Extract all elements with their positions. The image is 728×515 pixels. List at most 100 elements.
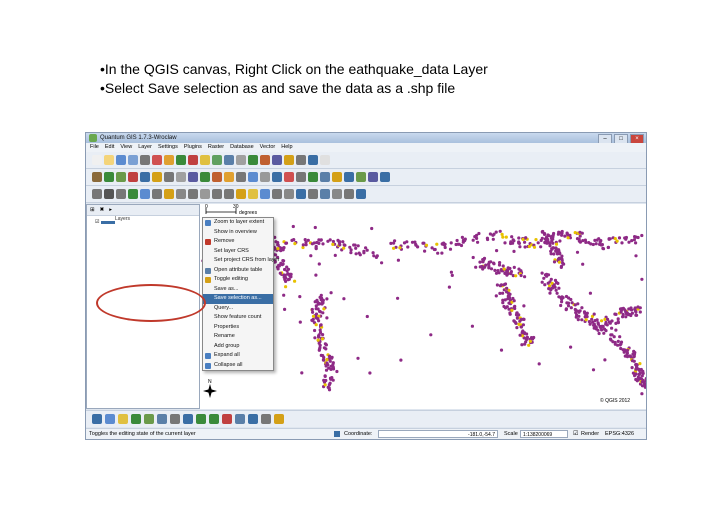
tb3-tool-10-icon[interactable] (212, 189, 222, 199)
tb2-tool-12-icon[interactable] (236, 172, 246, 182)
context-menu-item-properties[interactable]: Properties (203, 323, 273, 333)
tb3-tool-18-icon[interactable] (308, 189, 318, 199)
tb3-tool-22-icon[interactable] (356, 189, 366, 199)
tb1-tool-15-icon[interactable] (272, 155, 282, 165)
layer-checkbox-icon[interactable]: ☑ (95, 219, 99, 225)
tb2-tool-22-icon[interactable] (356, 172, 366, 182)
tb4-tool-8-icon[interactable] (196, 414, 206, 424)
tb1-tool-10-icon[interactable] (212, 155, 222, 165)
tb2-tool-11-icon[interactable] (224, 172, 234, 182)
context-menu-item-expand-all[interactable]: Expand all (203, 351, 273, 361)
context-menu-item-add-group[interactable]: Add group (203, 342, 273, 352)
context-menu-item-toggle-editing[interactable]: Toggle editing (203, 275, 273, 285)
tb1-tool-3-icon[interactable] (128, 155, 138, 165)
tb2-tool-7-icon[interactable] (176, 172, 186, 182)
tb3-tool-8-icon[interactable] (188, 189, 198, 199)
tb2-tool-10-icon[interactable] (212, 172, 222, 182)
tb2-tool-14-icon[interactable] (260, 172, 270, 182)
tb4-tool-5-icon[interactable] (157, 414, 167, 424)
tb4-tool-9-icon[interactable] (209, 414, 219, 424)
context-menu-item-remove[interactable]: Remove (203, 237, 273, 247)
menu-plugins[interactable]: Plugins (184, 143, 202, 152)
tb3-tool-14-icon[interactable] (260, 189, 270, 199)
scale-field[interactable]: 1:138200069 (520, 430, 568, 438)
menu-settings[interactable]: Settings (158, 143, 178, 152)
tb2-tool-15-icon[interactable] (272, 172, 282, 182)
context-menu-item-set-layer-crs[interactable]: Set layer CRS (203, 247, 273, 257)
menu-file[interactable]: File (90, 143, 99, 152)
tb2-tool-4-icon[interactable] (140, 172, 150, 182)
tb3-tool-19-icon[interactable] (320, 189, 330, 199)
context-menu-item-save-selection-as[interactable]: Save selection as... (203, 294, 273, 304)
tb2-tool-16-icon[interactable] (284, 172, 294, 182)
tb3-tool-1-icon[interactable] (104, 189, 114, 199)
tb2-tool-1-icon[interactable] (104, 172, 114, 182)
context-menu-item-set-project-crs-from-layer[interactable]: Set project CRS from layer (203, 256, 279, 266)
tb4-tool-14-icon[interactable] (274, 414, 284, 424)
tb3-tool-2-icon[interactable] (116, 189, 126, 199)
tb3-tool-16-icon[interactable] (284, 189, 294, 199)
tb3-tool-11-icon[interactable] (224, 189, 234, 199)
tb4-tool-11-icon[interactable] (235, 414, 245, 424)
tb1-tool-5-icon[interactable] (152, 155, 162, 165)
tb3-tool-9-icon[interactable] (200, 189, 210, 199)
tb1-tool-14-icon[interactable] (260, 155, 270, 165)
crs-status[interactable]: EPSG:4326 (605, 429, 634, 439)
tb1-tool-13-icon[interactable] (248, 155, 258, 165)
tb4-tool-3-icon[interactable] (131, 414, 141, 424)
tb3-tool-21-icon[interactable] (344, 189, 354, 199)
tb2-tool-0-icon[interactable] (92, 172, 102, 182)
context-menu-item-rename[interactable]: Rename (203, 332, 273, 342)
tb2-tool-18-icon[interactable] (308, 172, 318, 182)
menu-layer[interactable]: Layer (138, 143, 152, 152)
earthquake-layer-item[interactable]: ☑ (95, 219, 116, 225)
tb4-tool-4-icon[interactable] (144, 414, 154, 424)
tb4-tool-10-icon[interactable] (222, 414, 232, 424)
tb3-tool-3-icon[interactable] (128, 189, 138, 199)
context-menu-item-show-feature-count[interactable]: Show feature count (203, 313, 273, 323)
layers-remove-icon[interactable]: ✖ (100, 205, 105, 215)
tb1-tool-19-icon[interactable] (320, 155, 330, 165)
tb2-tool-2-icon[interactable] (116, 172, 126, 182)
menu-view[interactable]: View (120, 143, 132, 152)
tb3-tool-13-icon[interactable] (248, 189, 258, 199)
tb4-tool-0-icon[interactable] (92, 414, 102, 424)
tb1-tool-1-icon[interactable] (104, 155, 114, 165)
tb2-tool-20-icon[interactable] (332, 172, 342, 182)
tb4-tool-7-icon[interactable] (183, 414, 193, 424)
context-menu-item-show-in-overview[interactable]: Show in overview (203, 228, 273, 238)
context-menu-item-open-attribute-table[interactable]: Open attribute table (203, 266, 273, 276)
tb3-tool-12-icon[interactable] (236, 189, 246, 199)
tb3-tool-15-icon[interactable] (272, 189, 282, 199)
context-menu-item-collapse-all[interactable]: Collapse all (203, 361, 273, 371)
tb1-tool-16-icon[interactable] (284, 155, 294, 165)
tb2-tool-6-icon[interactable] (164, 172, 174, 182)
tb2-tool-5-icon[interactable] (152, 172, 162, 182)
tb1-tool-2-icon[interactable] (116, 155, 126, 165)
tb3-tool-20-icon[interactable] (332, 189, 342, 199)
menu-raster[interactable]: Raster (208, 143, 224, 152)
tb2-tool-19-icon[interactable] (320, 172, 330, 182)
tb2-tool-13-icon[interactable] (248, 172, 258, 182)
render-checkbox[interactable]: ☑ (573, 431, 578, 438)
tb2-tool-23-icon[interactable] (368, 172, 378, 182)
tb3-tool-5-icon[interactable] (152, 189, 162, 199)
context-menu-item-zoom-to-layer-extent[interactable]: Zoom to layer extent (203, 218, 273, 228)
menu-edit[interactable]: Edit (105, 143, 114, 152)
tb3-tool-17-icon[interactable] (296, 189, 306, 199)
layers-expand-icon[interactable]: ▸ (109, 205, 112, 215)
tb1-tool-4-icon[interactable] (140, 155, 150, 165)
tb2-tool-21-icon[interactable] (344, 172, 354, 182)
tb4-tool-1-icon[interactable] (105, 414, 115, 424)
tb1-tool-17-icon[interactable] (296, 155, 306, 165)
tb2-tool-24-icon[interactable] (380, 172, 390, 182)
tb3-tool-6-icon[interactable] (164, 189, 174, 199)
tb1-tool-7-icon[interactable] (176, 155, 186, 165)
tb3-tool-0-icon[interactable] (92, 189, 102, 199)
menu-database[interactable]: Database (230, 143, 254, 152)
coordinate-field[interactable]: -181.0,-54.7 (378, 430, 498, 438)
tb1-tool-9-icon[interactable] (200, 155, 210, 165)
tb2-tool-3-icon[interactable] (128, 172, 138, 182)
tb4-tool-2-icon[interactable] (118, 414, 128, 424)
tb2-tool-17-icon[interactable] (296, 172, 306, 182)
